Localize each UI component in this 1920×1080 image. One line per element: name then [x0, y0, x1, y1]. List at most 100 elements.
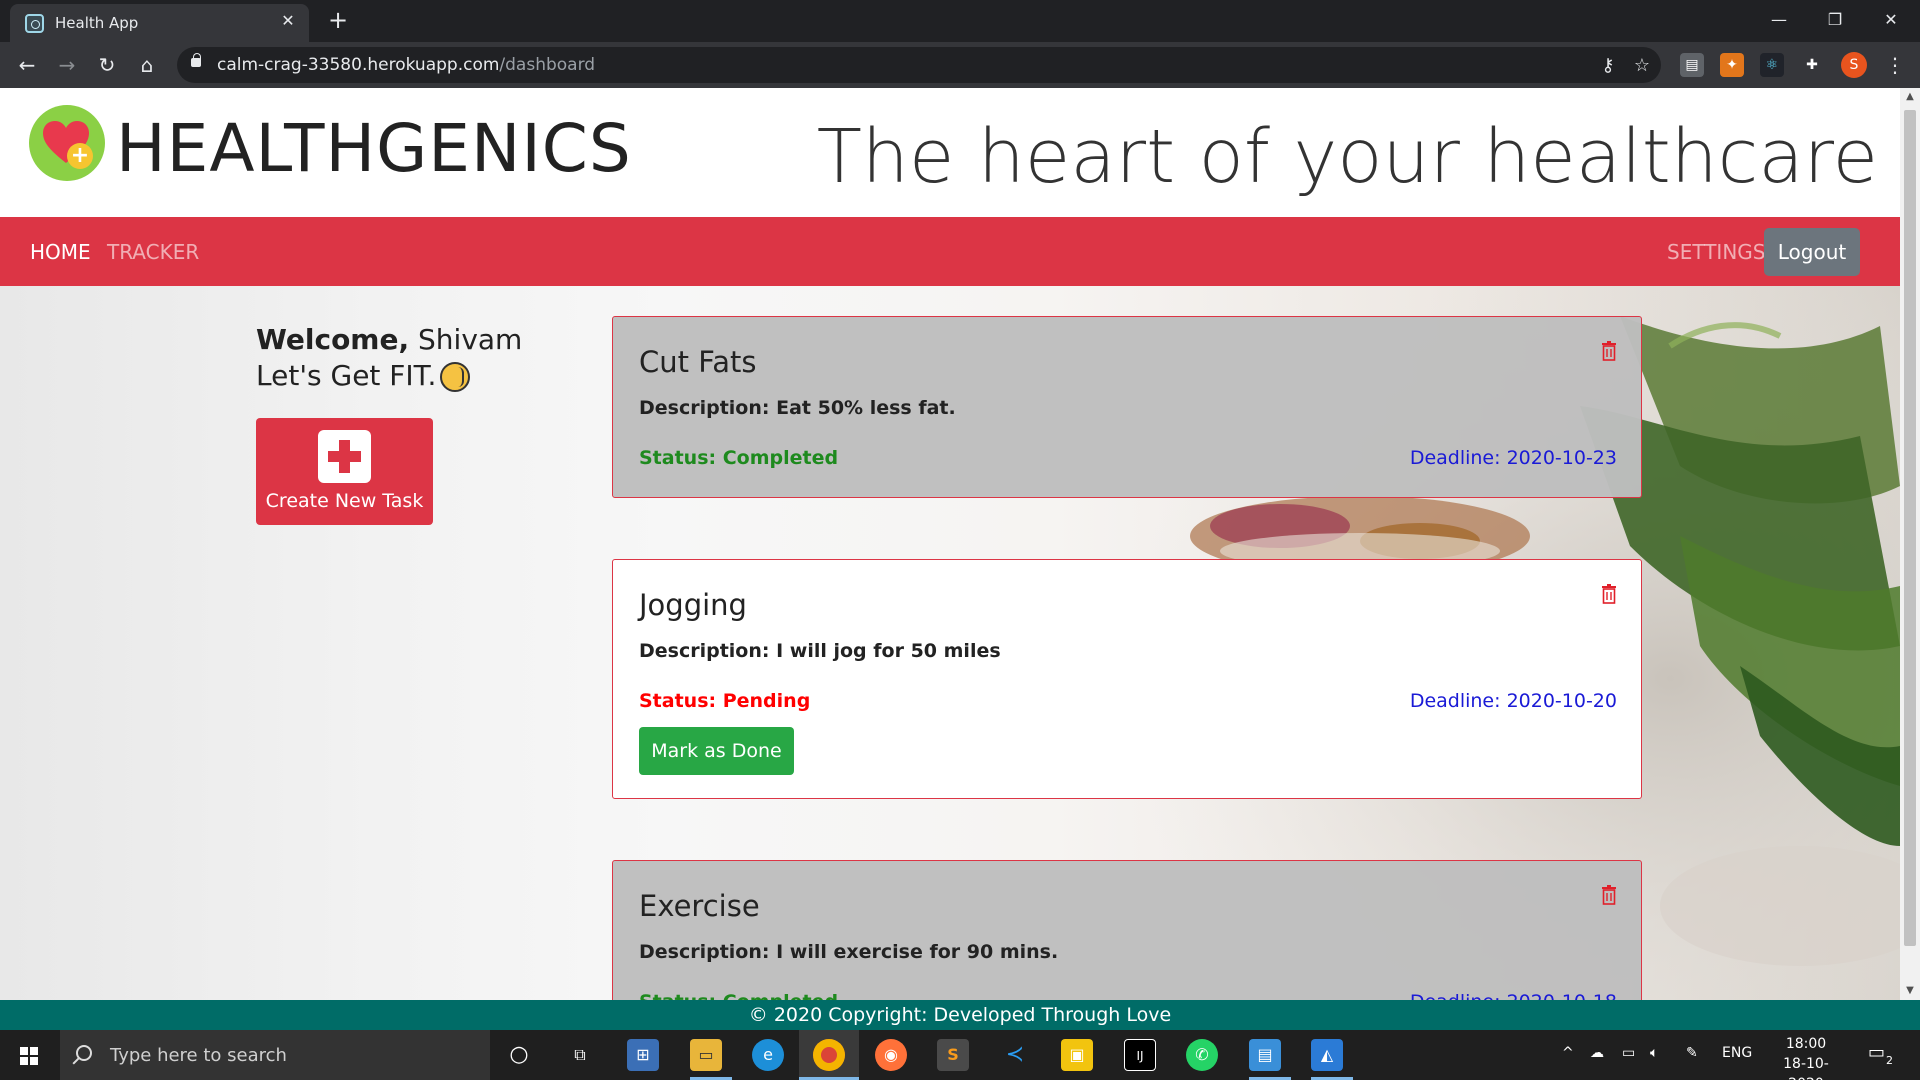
pen-workspace-icon[interactable]: ✎	[1686, 1045, 1698, 1061]
photos-icon[interactable]: ◭	[1311, 1039, 1343, 1071]
windows-taskbar: Type here to search ○ ⧉ ⊞ ▭ e ◉ S ≺ ▣ IJ…	[0, 1030, 1920, 1080]
search-placeholder: Type here to search	[110, 1045, 287, 1066]
task-status: Status: Completed	[639, 991, 838, 1000]
sticky-notes-icon[interactable]: ▣	[1061, 1039, 1093, 1071]
battery-icon[interactable]: ▭	[1622, 1045, 1635, 1061]
file-explorer-icon[interactable]: ▭	[690, 1039, 722, 1071]
windows-logo-icon	[20, 1047, 38, 1065]
browser-menu-icon[interactable]: ⋮	[1880, 50, 1910, 80]
action-center-icon[interactable]: ▭	[1868, 1042, 1885, 1063]
profile-avatar[interactable]: S	[1841, 52, 1867, 78]
brand-header: + HEALTHGENICS The heart of your healthc…	[0, 88, 1900, 217]
browser-tab[interactable]: Health App ✕	[10, 4, 309, 42]
task-status: Status: Completed	[639, 447, 839, 469]
firefox-icon[interactable]: ◉	[875, 1039, 907, 1071]
scroll-up-arrow-icon[interactable]: ▲	[1900, 88, 1920, 106]
lock-icon[interactable]	[191, 53, 201, 67]
create-new-task-button[interactable]: Create New Task	[256, 418, 433, 525]
task-title: Jogging	[639, 588, 747, 622]
home-icon[interactable]: ⌂	[132, 50, 162, 80]
task-description: Description: Eat 50% less fat.	[639, 397, 956, 419]
task-title: Exercise	[639, 889, 760, 923]
volume-icon[interactable]: 🔈︎	[1650, 1045, 1658, 1061]
key-icon[interactable]: ⚷	[1597, 55, 1619, 77]
nav-settings[interactable]: SETTINGS	[1667, 240, 1765, 264]
task-card: Cut Fats Description: Eat 50% less fat. …	[612, 316, 1642, 498]
vscode-icon[interactable]: ≺	[999, 1039, 1031, 1071]
metamask-fox-icon[interactable]: ✦	[1720, 53, 1744, 77]
edge-browser-icon[interactable]: e	[752, 1039, 784, 1071]
intellij-icon[interactable]: IJ	[1124, 1039, 1156, 1071]
taskbar-search-box[interactable]: Type here to search	[60, 1030, 490, 1080]
trash-icon[interactable]	[1601, 341, 1617, 361]
react-favicon-icon	[25, 14, 44, 33]
nav-tracker[interactable]: TRACKER	[107, 240, 199, 264]
show-hidden-icons-chevron-icon[interactable]: ^	[1562, 1045, 1574, 1061]
plus-badge-icon: +	[67, 143, 93, 169]
onedrive-cloud-icon[interactable]: ☁	[1590, 1045, 1604, 1061]
clock-date: 18-10-2020	[1783, 1056, 1829, 1080]
minimize-window-button[interactable]: —	[1750, 0, 1808, 42]
microsoft-store-icon[interactable]: ⊞	[627, 1039, 659, 1071]
task-view-icon[interactable]: ⧉	[564, 1039, 596, 1071]
task-status: Status: Pending	[639, 690, 811, 712]
url-text: calm-crag-33580.herokuapp.com/dashboard	[217, 55, 596, 75]
task-description: Description: I will exercise for 90 mins…	[639, 941, 1059, 963]
dashboard-content: Welcome, Shivam Let's Get FIT. Create Ne…	[0, 286, 1900, 1000]
trash-icon[interactable]	[1601, 885, 1617, 905]
close-tab-icon[interactable]: ✕	[277, 10, 299, 32]
back-arrow-icon[interactable]: ←	[12, 50, 42, 80]
sublime-text-icon[interactable]: S	[937, 1039, 969, 1071]
input-language[interactable]: ENG	[1722, 1045, 1752, 1061]
scroll-down-arrow-icon[interactable]: ▼	[1900, 982, 1920, 1000]
browser-toolbar: ← → ↻ ⌂ calm-crag-33580.herokuapp.com/da…	[0, 42, 1920, 88]
welcome-greeting: Welcome,	[256, 323, 410, 356]
task-deadline: Deadline: 2020-10-18	[1410, 991, 1617, 1000]
system-clock[interactable]: 18:00 18-10-2020	[1766, 1034, 1846, 1080]
task-title: Cut Fats	[639, 345, 757, 379]
cortana-icon[interactable]: ○	[503, 1039, 535, 1071]
react-devtools-icon[interactable]: ⚛	[1760, 53, 1784, 77]
task-card: Jogging Description: I will jog for 50 m…	[612, 559, 1642, 799]
browser-tab-strip: Health App ✕ + — ❐ ✕	[0, 0, 1920, 42]
motivation-text: Let's Get FIT.	[256, 359, 437, 392]
restore-window-button[interactable]: ❐	[1806, 0, 1864, 42]
page-viewport: + HEALTHGENICS The heart of your healthc…	[0, 88, 1900, 1000]
address-bar[interactable]: calm-crag-33580.herokuapp.com/dashboard …	[177, 47, 1661, 83]
main-navbar: HOME TRACKER SETTINGS Logout	[0, 217, 1900, 286]
reload-icon[interactable]: ↻	[92, 50, 122, 80]
control-panel-icon[interactable]: ▤	[1249, 1039, 1281, 1071]
extension-icon[interactable]: ▤	[1680, 53, 1704, 77]
new-tab-button[interactable]: +	[324, 6, 352, 34]
start-button[interactable]	[0, 1030, 58, 1080]
brand-name: HEALTHGENICS	[116, 110, 632, 187]
extensions-puzzle-icon[interactable]: ✚	[1800, 53, 1824, 77]
page-scrollbar[interactable]: ▲ ▼	[1900, 88, 1920, 1000]
healthgenics-logo: +	[29, 105, 105, 181]
chrome-icon[interactable]	[813, 1039, 845, 1071]
welcome-message: Welcome, Shivam Let's Get FIT.	[256, 322, 522, 394]
trash-icon[interactable]	[1601, 584, 1617, 604]
close-window-button[interactable]: ✕	[1862, 0, 1920, 42]
create-task-label: Create New Task	[265, 490, 424, 512]
clapping-hands-icon	[440, 362, 471, 392]
whatsapp-icon[interactable]: ✆	[1186, 1039, 1218, 1071]
bookmark-star-icon[interactable]: ☆	[1631, 55, 1653, 77]
task-deadline: Deadline: 2020-10-20	[1409, 690, 1617, 712]
scrollbar-thumb[interactable]	[1904, 110, 1916, 946]
search-icon	[76, 1045, 92, 1061]
plus-icon	[318, 430, 371, 483]
task-deadline: Deadline: 2020-10-23	[1409, 447, 1617, 469]
nav-home[interactable]: HOME	[30, 240, 91, 264]
page-footer: © 2020 Copyright: Developed Through Love	[0, 1000, 1920, 1030]
notification-count: 2	[1886, 1054, 1893, 1067]
tagline: The heart of your healthcare	[816, 114, 1878, 200]
logout-button[interactable]: Logout	[1764, 228, 1860, 276]
clock-time: 18:00	[1785, 1036, 1827, 1052]
user-name: Shivam	[418, 323, 523, 356]
task-description: Description: I will jog for 50 miles	[639, 640, 1001, 662]
tab-title: Health App	[55, 14, 139, 32]
forward-arrow-icon[interactable]: →	[52, 50, 82, 80]
mark-as-done-button[interactable]: Mark as Done	[639, 727, 794, 775]
task-card: Exercise Description: I will exercise fo…	[612, 860, 1642, 1000]
